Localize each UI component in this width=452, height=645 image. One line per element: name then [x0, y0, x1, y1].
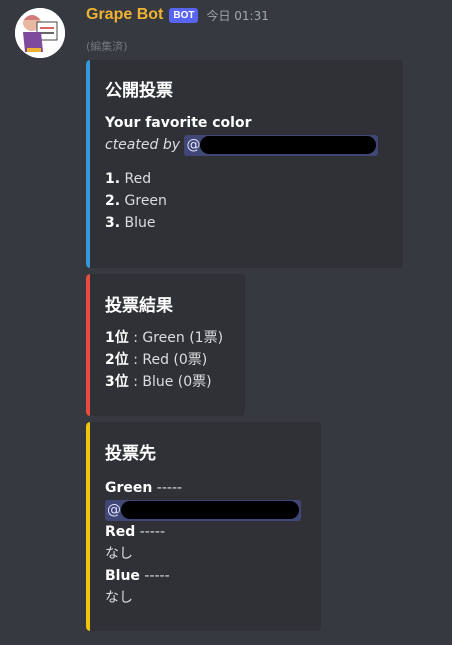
voter-mention[interactable]: @ [105, 499, 301, 521]
poll-embed-accent-bar [86, 60, 90, 268]
redacted-username [200, 135, 377, 154]
voters-embed-accent-bar [86, 422, 90, 631]
voter-group-value: なし [105, 546, 133, 562]
voter-group-heading: Green ----- [105, 480, 183, 496]
avatar-character-icon [15, 8, 65, 58]
voter-group-heading: Blue ----- [105, 568, 170, 584]
poll-creator-mention[interactable]: @ [184, 134, 379, 156]
result-embed-accent-bar [86, 274, 90, 416]
result-row: 3位 : Blue (0票) [105, 374, 212, 390]
voter-group-value: なし [105, 590, 133, 606]
result-row: 1位 : Green (1票) [105, 330, 224, 346]
poll-embed-title: 公開投票 [105, 81, 173, 101]
voter-group-heading: Red ----- [105, 524, 166, 540]
result-embed-title: 投票結果 [105, 296, 173, 316]
result-row: 2位 : Red (0票) [105, 352, 208, 368]
result-embed: 投票結果 1位 : Green (1票) 2位 : Red (0票) 3位 : … [86, 274, 245, 416]
bot-badge: BOT [169, 7, 199, 23]
bot-username[interactable]: Grape Bot [86, 6, 163, 24]
mention-at: @ [107, 501, 121, 518]
poll-option: 2. Green [105, 193, 167, 209]
edited-label: (編集済) [86, 40, 128, 53]
poll-embed: 公開投票 Your favorite color cteated by @ 1.… [86, 60, 403, 268]
poll-option: 1. Red [105, 171, 152, 187]
poll-question: Your favorite color [105, 115, 252, 131]
redacted-username [121, 500, 299, 519]
bot-avatar[interactable] [15, 8, 65, 58]
poll-option: 3. Blue [105, 215, 156, 231]
mention-at: @ [186, 136, 201, 153]
voters-embed-title: 投票先 [105, 444, 156, 464]
voters-embed: 投票先 Green ----- @ Red ----- なし Blue ----… [86, 422, 321, 631]
message-header: Grape Bot BOT 今日 01:31 [86, 6, 269, 24]
poll-creator-prefix: cteated by [105, 137, 180, 153]
message-timestamp[interactable]: 今日 01:31 [206, 7, 268, 24]
